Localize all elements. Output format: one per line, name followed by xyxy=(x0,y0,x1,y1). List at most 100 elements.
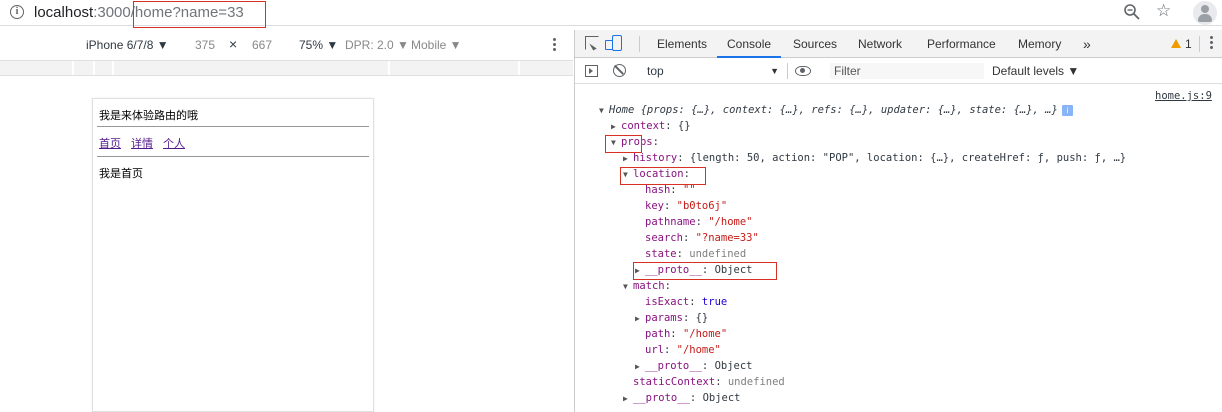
warning-count[interactable]: 1 xyxy=(1185,30,1192,58)
colon: : xyxy=(664,280,671,292)
device-screen: 我是来体验路由的哦 首页 详情 个人 我是首页 xyxy=(92,98,374,412)
devtools-more-icon[interactable] xyxy=(1210,36,1214,52)
console-tree-row: url: "/home" xyxy=(635,342,721,358)
property-key: search xyxy=(645,232,683,244)
console-tree-row: isExact: true xyxy=(635,294,727,310)
expand-triangle-icon[interactable]: ▼ xyxy=(623,279,633,295)
property-value: "?name=33" xyxy=(695,232,759,244)
nav-link-personal[interactable]: 个人 xyxy=(163,137,185,150)
toggle-device-icon[interactable] xyxy=(605,35,622,51)
property-value: undefined xyxy=(727,376,785,388)
device-select[interactable]: iPhone 6/7/8 ▼ xyxy=(86,38,169,52)
console-filter-input[interactable] xyxy=(829,62,985,80)
property-value: true xyxy=(701,296,728,308)
colon: : xyxy=(682,232,696,244)
media-query-ruler[interactable] xyxy=(0,60,573,76)
context-select[interactable]: top ▼ xyxy=(643,62,781,80)
divider xyxy=(787,63,788,79)
property-key: path xyxy=(645,328,671,340)
zoom-icon[interactable] xyxy=(1123,3,1141,21)
nav-link-home[interactable]: 首页 xyxy=(99,137,121,150)
colon: : xyxy=(663,200,677,212)
app-title: 我是来体验路由的哦 xyxy=(99,109,198,122)
zoom-select[interactable]: 75% ▼ xyxy=(299,38,338,52)
log-levels-select[interactable]: Default levels ▼ xyxy=(992,62,1079,80)
console-sidebar-icon[interactable] xyxy=(585,65,598,77)
search-highlight-box xyxy=(633,262,777,280)
mode-select[interactable]: Mobile ▼ xyxy=(411,38,462,52)
property-value: "/home" xyxy=(708,216,753,228)
property-value: {} xyxy=(677,120,691,132)
console-tree-row[interactable]: ▶ __proto__: Object xyxy=(623,390,741,406)
inspect-element-icon[interactable] xyxy=(585,36,599,50)
url-path-highlight-box xyxy=(133,1,266,28)
console-tree-row[interactable]: ▶ params: {} xyxy=(635,310,708,326)
console-output: home.js:9 ▼ Home {props: {…}, context: {…… xyxy=(575,85,1222,412)
divider xyxy=(97,126,369,127)
tab-performance[interactable]: Performance xyxy=(927,30,996,58)
property-value: Object xyxy=(714,360,753,372)
colon: : xyxy=(665,120,678,132)
info-icon[interactable]: i xyxy=(10,5,24,19)
address-bar: i localhost:3000/home?name=33 ☆ xyxy=(0,0,1222,28)
dimension-times: × xyxy=(229,36,238,52)
colon: : xyxy=(670,328,683,340)
console-toolbar: top ▼ Default levels ▼ xyxy=(575,58,1222,84)
property-value: "/home" xyxy=(682,328,728,340)
collapse-triangle-icon[interactable]: ▶ xyxy=(623,151,633,167)
property-key: isExact xyxy=(645,296,690,308)
colon: : xyxy=(701,360,715,372)
device-toolbar-more-icon[interactable] xyxy=(553,38,557,54)
property-key: __proto__ xyxy=(633,392,690,404)
property-value: "b0to6j" xyxy=(676,200,728,212)
colon: : xyxy=(663,344,677,356)
home-content: 我是首页 xyxy=(99,167,143,180)
property-key: match xyxy=(633,280,665,292)
dpr-select[interactable]: DPR: 2.0 ▼ xyxy=(345,38,409,52)
property-key: url xyxy=(645,344,664,356)
live-expression-eye-icon[interactable] xyxy=(795,66,811,76)
collapse-triangle-icon[interactable]: ▶ xyxy=(611,119,621,135)
clear-console-icon[interactable] xyxy=(613,64,626,77)
tab-sources[interactable]: Sources xyxy=(793,30,837,58)
more-tabs-button[interactable]: » xyxy=(1083,30,1091,58)
tab-console[interactable]: Console xyxy=(717,30,782,58)
console-tree-row: key: "b0to6j" xyxy=(635,198,727,214)
expand-triangle-icon[interactable]: ▼ xyxy=(599,103,609,119)
nav-link-detail[interactable]: 详情 xyxy=(131,137,153,150)
colon: : xyxy=(715,376,728,388)
colon: : xyxy=(677,152,690,164)
colon: : xyxy=(670,184,683,196)
console-tree-row: path: "/home" xyxy=(635,326,727,342)
warning-icon[interactable] xyxy=(1171,39,1181,48)
colon: : xyxy=(689,392,703,404)
console-tree-row[interactable]: ▼ match: xyxy=(623,278,671,294)
collapse-triangle-icon[interactable]: ▶ xyxy=(635,359,645,375)
console-tree-row[interactable]: ▶ history: {length: 50, action: "POP", lo… xyxy=(623,150,1126,166)
console-tree-row[interactable]: ▶ context: {} xyxy=(611,118,691,134)
devtools-tabbar: Elements Console Sources Network Perform… xyxy=(575,30,1222,58)
property-key: __proto__ xyxy=(645,360,702,372)
divider xyxy=(97,156,369,157)
url-port: :3000 xyxy=(93,4,131,21)
property-key: state xyxy=(645,248,677,260)
device-height[interactable]: 667 xyxy=(252,38,272,52)
device-toolbar: iPhone 6/7/8 ▼ 375 × 667 75% ▼ DPR: 2.0 … xyxy=(0,30,573,60)
tab-elements[interactable]: Elements xyxy=(657,30,707,58)
star-icon[interactable]: ☆ xyxy=(1156,2,1174,20)
colon: : xyxy=(682,312,696,324)
tab-memory[interactable]: Memory xyxy=(1018,30,1061,58)
tab-network[interactable]: Network xyxy=(858,30,902,58)
device-width[interactable]: 375 xyxy=(195,38,215,52)
console-tree-row[interactable]: ▼ Home {props: {…}, context: {…}, refs: {… xyxy=(599,102,1073,118)
property-value: "" xyxy=(682,184,696,196)
source-link[interactable]: home.js:9 xyxy=(1155,90,1212,102)
location-highlight-box xyxy=(620,167,706,185)
collapse-triangle-icon[interactable]: ▶ xyxy=(635,311,645,327)
colon: : xyxy=(695,216,709,228)
profile-avatar-icon[interactable] xyxy=(1193,1,1217,25)
info-icon[interactable]: i xyxy=(1061,105,1073,116)
console-tree-row[interactable]: ▶ __proto__: Object xyxy=(635,358,753,374)
console-tree-row: pathname: "/home" xyxy=(635,214,753,230)
collapse-triangle-icon[interactable]: ▶ xyxy=(623,391,633,407)
